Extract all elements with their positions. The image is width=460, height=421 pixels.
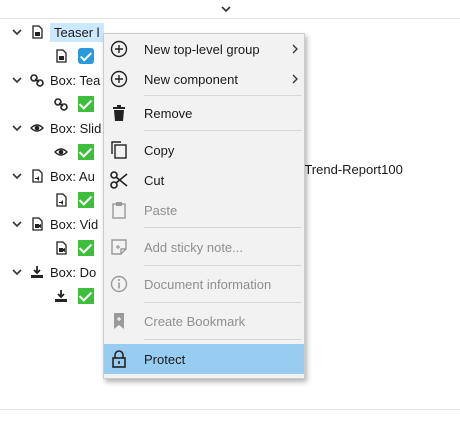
menu-item-label: Protect: [144, 352, 186, 367]
chevron-right-icon: [292, 44, 298, 54]
tree-item[interactable]: Box: Au: [10, 164, 95, 188]
context-menu: New top-level group New component Remove…: [103, 33, 305, 379]
tree-item-label: Box: Au: [50, 168, 95, 184]
copy-icon: [111, 141, 127, 159]
lock-icon: [112, 350, 126, 368]
download-icon: [31, 266, 43, 278]
status-check-green-icon: [78, 144, 94, 160]
menu-item-label: New top-level group: [144, 42, 260, 57]
status-check-green-icon: [78, 96, 94, 112]
status-check-blue-icon: [78, 48, 94, 64]
menu-separator: [144, 130, 302, 131]
tree-child-item[interactable]: [54, 44, 94, 68]
menu-separator: [144, 95, 302, 96]
clipboard-icon: [112, 202, 126, 219]
link-icon: [30, 74, 44, 87]
eye-icon: [54, 148, 68, 156]
menu-item-protect[interactable]: Protect: [104, 344, 304, 374]
expand-chevron-icon[interactable]: [10, 217, 24, 231]
tree-item[interactable]: Box: Slid: [10, 116, 101, 140]
menu-item-document-information[interactable]: Document information: [104, 269, 304, 299]
menu-item-paste[interactable]: Paste: [104, 195, 304, 225]
expand-chevron-icon[interactable]: [10, 25, 24, 39]
tree-item[interactable]: Teaser l: [10, 20, 104, 44]
status-check-green-icon: [78, 192, 94, 208]
video-file-icon: [56, 241, 67, 255]
info-icon: [110, 275, 128, 293]
menu-item-cut[interactable]: Cut: [104, 165, 304, 195]
audio-file-icon: [56, 193, 67, 207]
status-check-green-icon: [78, 240, 94, 256]
menu-item-label: Document information: [144, 277, 272, 292]
expand-chevron-icon[interactable]: [10, 121, 24, 135]
menu-item-copy[interactable]: Copy: [104, 135, 304, 165]
menu-separator: [144, 265, 302, 266]
video-file-icon: [32, 217, 43, 231]
menu-item-label: Paste: [144, 203, 178, 218]
tree-item-label-partial: -Trend-Report100: [300, 162, 403, 177]
chevron-down-icon[interactable]: [219, 2, 233, 16]
bottom-bar: [0, 409, 460, 421]
tree-child-item[interactable]: [54, 236, 94, 260]
chevron-right-icon: [292, 74, 298, 84]
tree-item-label: Box: Vid: [50, 216, 99, 232]
menu-item-label: Remove: [144, 106, 193, 121]
expand-chevron-icon[interactable]: [10, 73, 24, 87]
tree-item-label: Box: Do: [50, 264, 97, 280]
tree-item-label: Teaser l: [50, 22, 104, 42]
status-check-green-icon: [78, 288, 94, 304]
menu-item-label: New component: [144, 72, 238, 87]
link-icon: [54, 98, 68, 111]
menu-separator: [144, 302, 302, 303]
menu-separator: [144, 227, 302, 228]
scissors-icon: [110, 171, 128, 189]
menu-item-label: Cut: [144, 173, 165, 188]
expand-chevron-icon[interactable]: [10, 265, 24, 279]
trash-icon: [113, 105, 125, 121]
eye-icon: [30, 124, 44, 132]
menu-item-create-bookmark[interactable]: Create Bookmark: [104, 306, 304, 336]
tree-item[interactable]: Box: Do: [10, 260, 96, 284]
menu-item-label: Copy: [144, 143, 175, 158]
tree-item-label: Box: Slid: [50, 120, 102, 136]
bookmark-icon: [114, 313, 124, 329]
menu-item-label: Add sticky note...: [144, 240, 243, 255]
menu-item-label: Create Bookmark: [144, 314, 246, 329]
menu-item-new-top-level-group[interactable]: New top-level group: [104, 34, 304, 64]
expand-chevron-icon[interactable]: [10, 169, 24, 183]
tree-child-item[interactable]: [54, 140, 94, 164]
tree-child-item[interactable]: [54, 188, 94, 212]
menu-separator: [144, 339, 302, 340]
menu-item-remove[interactable]: Remove: [104, 98, 304, 128]
sticky-note-icon: [111, 239, 127, 255]
menu-item-new-component[interactable]: New component: [104, 64, 304, 94]
audio-file-icon: [32, 169, 43, 183]
tree-item-label: Box: Tea: [50, 72, 101, 88]
menu-item-add-sticky-note[interactable]: Add sticky note...: [104, 232, 304, 262]
tree-item[interactable]: Box: Tea: [10, 68, 100, 92]
plus-circle-icon: [110, 40, 128, 58]
top-bar: [0, 0, 460, 19]
download-icon: [55, 290, 67, 302]
document-icon: [56, 49, 67, 63]
tree-child-item[interactable]: [54, 284, 94, 308]
tree-child-item[interactable]: [54, 92, 94, 116]
plus-circle-icon: [110, 70, 128, 88]
document-icon: [32, 25, 43, 39]
tree-item[interactable]: Box: Vid: [10, 212, 98, 236]
